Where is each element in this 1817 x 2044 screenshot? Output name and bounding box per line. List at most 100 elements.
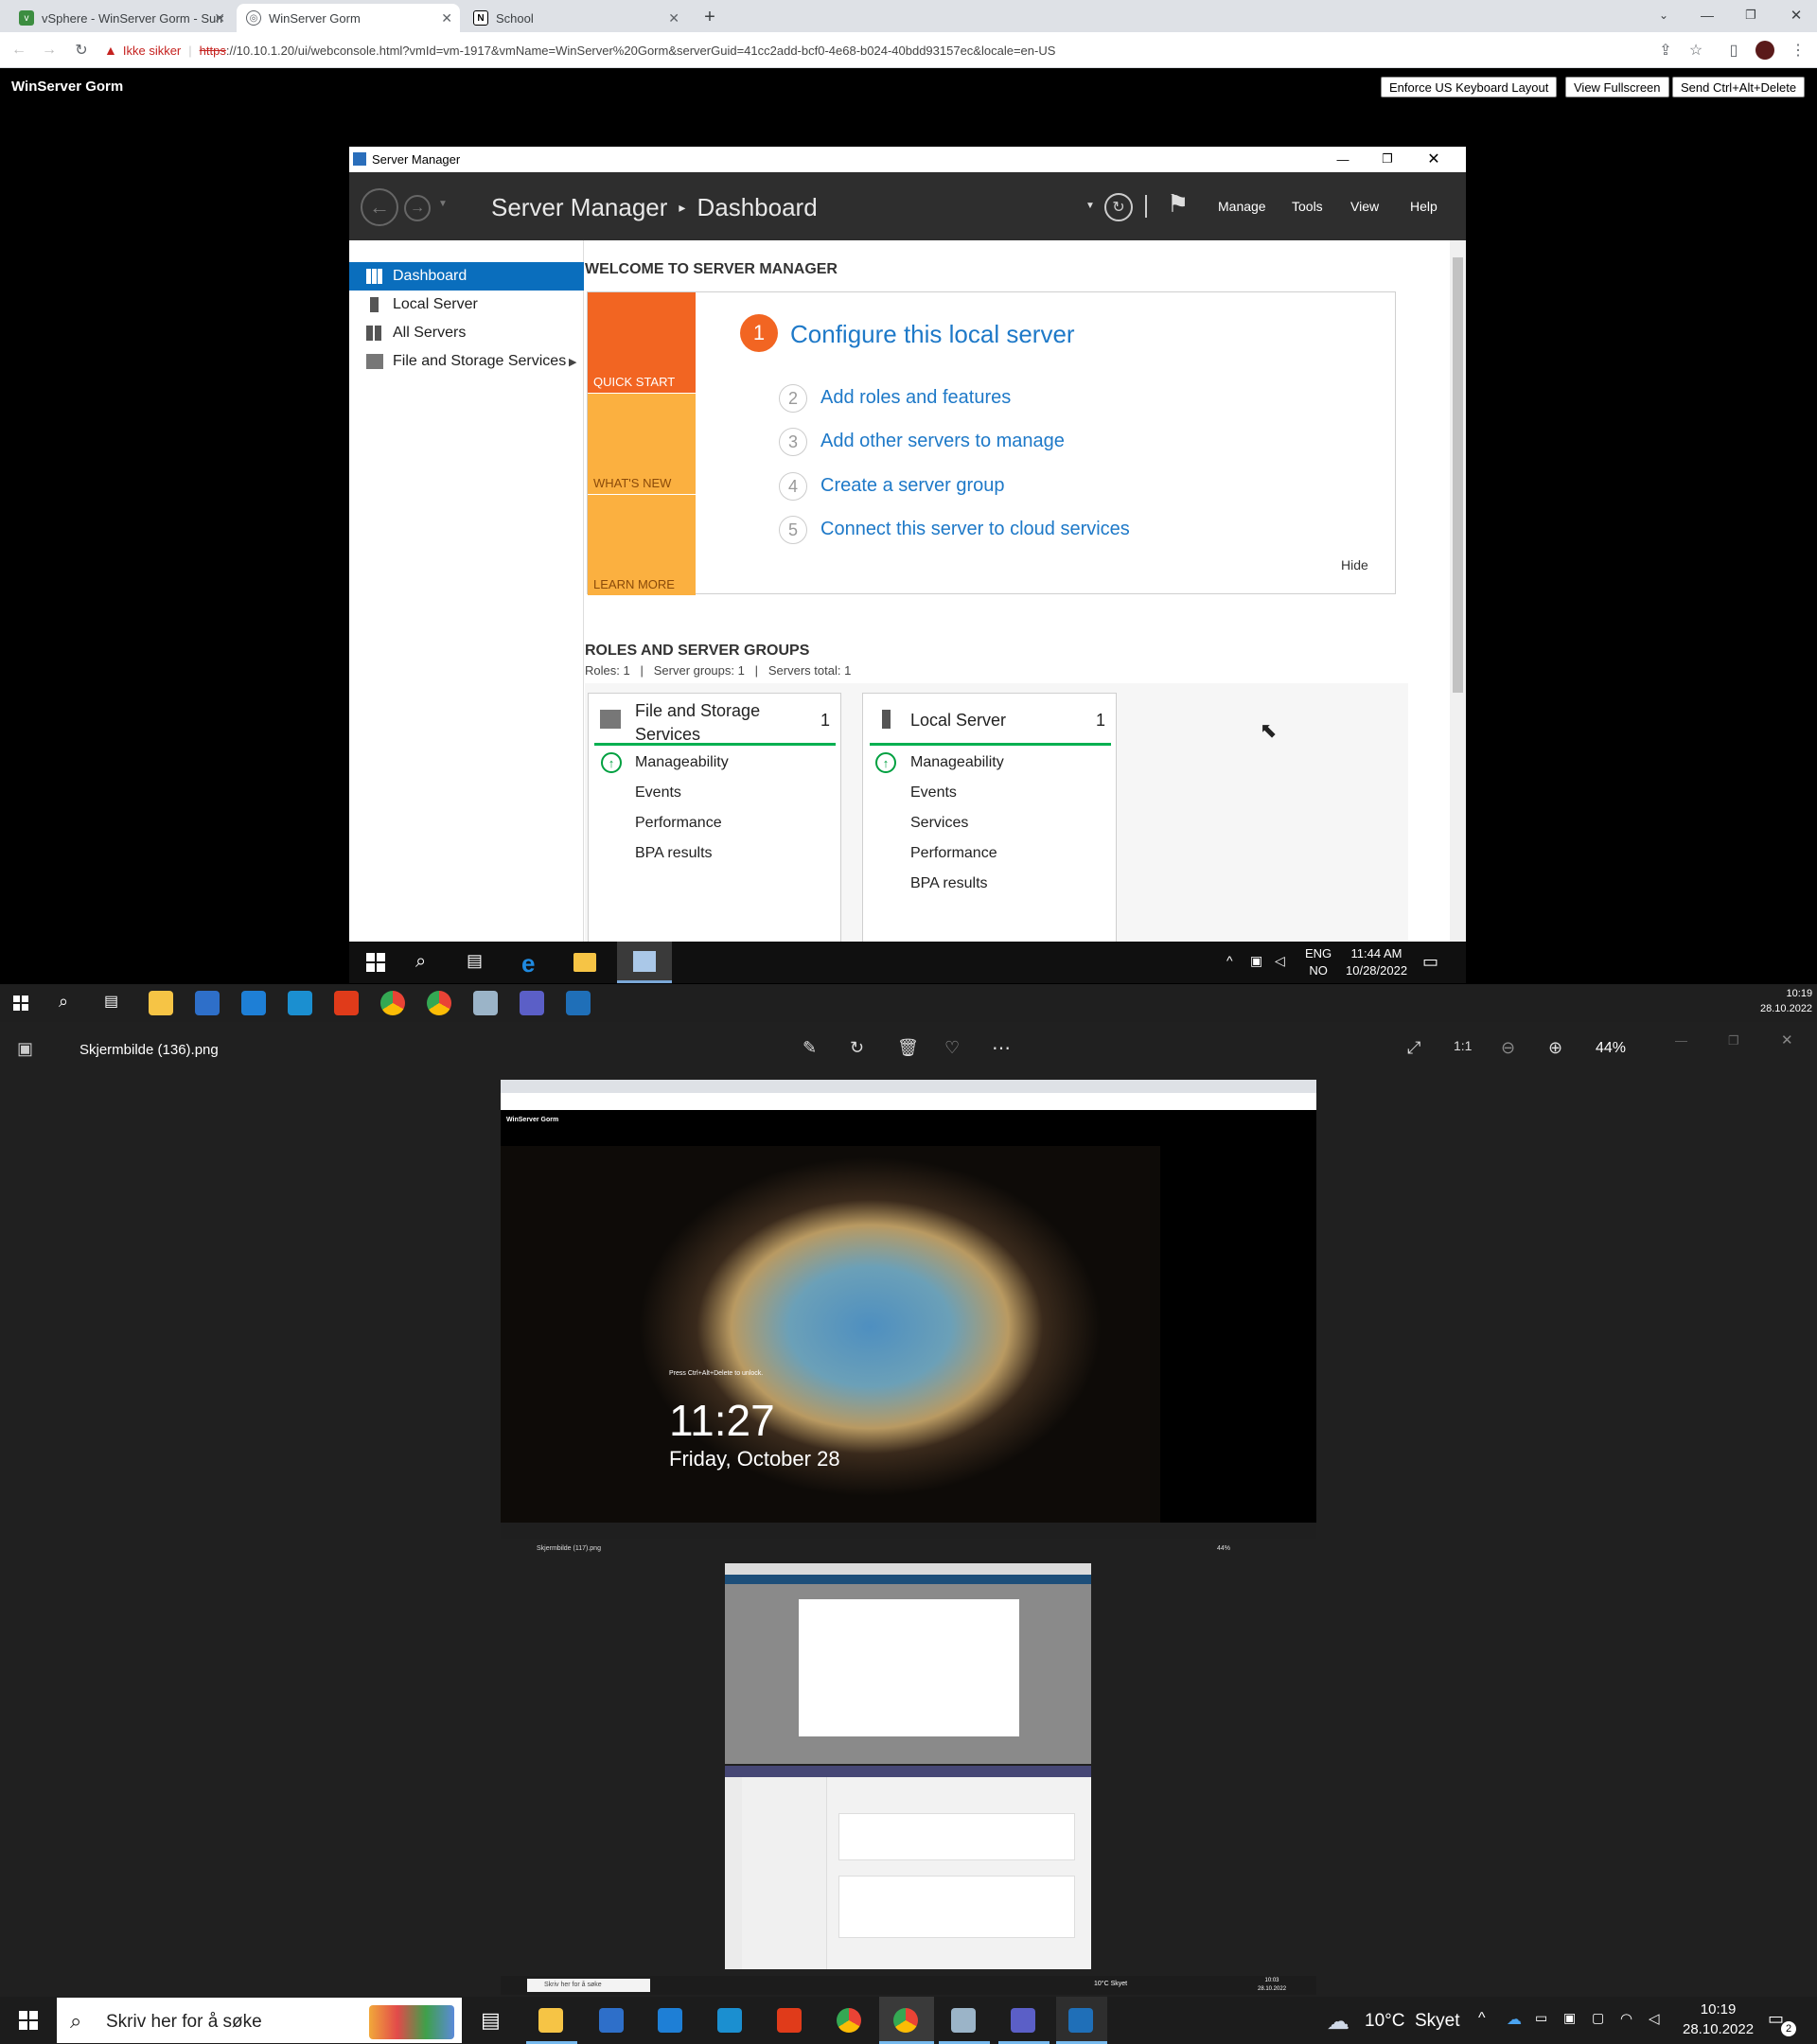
view-fullscreen-button[interactable]: View Fullscreen (1565, 77, 1669, 97)
task-view-icon[interactable]: ▤ (104, 992, 118, 1011)
card-row-manageability[interactable]: Manageability (910, 748, 1004, 778)
rotate-icon[interactable]: ↻ (850, 1038, 864, 1058)
more-menu-icon[interactable]: ⋮ (1787, 39, 1809, 62)
forward-arrow-icon[interactable]: → (38, 39, 61, 62)
tab-search-icon[interactable]: ⌄ (1652, 4, 1675, 26)
tab-winserver-gorm[interactable]: ◎ WinServer Gorm ✕ (237, 4, 460, 32)
taskbar-app[interactable] (939, 1997, 990, 2044)
search-icon[interactable]: ⌕ (415, 951, 426, 973)
configure-local-server-link[interactable]: Configure this local server (790, 320, 1075, 349)
menu-tools[interactable]: Tools (1292, 199, 1323, 214)
taskbar-store[interactable] (587, 1997, 638, 2044)
share-icon[interactable]: ⇪ (1654, 39, 1677, 62)
office-icon[interactable] (334, 991, 359, 1015)
taskbar-chrome[interactable] (824, 1997, 875, 2044)
taskbar-chrome-profile[interactable] (879, 1997, 934, 2044)
taskbar-lync[interactable] (705, 1997, 756, 2044)
reload-icon[interactable]: ↻ (70, 39, 93, 62)
menu-manage[interactable]: Manage (1218, 199, 1266, 214)
volume-muted-icon[interactable]: ◁ (1275, 953, 1285, 969)
learn-more-tile[interactable]: LEARN MORE (588, 495, 696, 595)
scrollbar-thumb[interactable] (1453, 257, 1463, 693)
input-language[interactable]: ENG NO (1305, 945, 1332, 979)
tab-school[interactable]: N School ✕ (464, 4, 687, 32)
weather-text[interactable]: 10°C Skyet (1365, 2011, 1460, 2032)
card-row-bpa[interactable]: BPA results (635, 838, 713, 869)
taskbar-teams[interactable] (998, 1997, 1050, 2044)
add-roles-link[interactable]: Add roles and features (820, 387, 1011, 409)
quick-start-tile[interactable]: QUICK START (588, 292, 696, 393)
back-arrow-icon[interactable]: ← (361, 188, 398, 226)
photos-icon[interactable] (566, 991, 591, 1015)
notifications-flag-icon[interactable]: ⚑ (1167, 189, 1189, 219)
forward-arrow-icon[interactable]: → (404, 195, 431, 221)
menu-view[interactable]: View (1350, 199, 1379, 214)
mail-icon[interactable] (241, 991, 266, 1015)
task-view-icon[interactable]: ▤ (467, 951, 483, 971)
wifi-icon[interactable]: ◠ (1620, 2010, 1632, 2027)
role-card-file-storage[interactable]: File and Storage Services 1 ↑ Manageabil… (588, 693, 841, 942)
lync-icon[interactable] (288, 991, 312, 1015)
history-dropdown-icon[interactable]: ▼ (438, 199, 448, 209)
taskbar-search-box[interactable]: ⌕ Skriv her for å søke (57, 1998, 462, 2043)
close-tab-icon[interactable]: ✕ (668, 10, 679, 26)
close-tab-icon[interactable]: ✕ (441, 10, 452, 26)
tab-vsphere[interactable]: v vSphere - WinServer Gorm - Sum ✕ (9, 4, 233, 32)
volume-icon[interactable]: ◁ (1649, 2010, 1660, 2027)
camera-icon[interactable]: ▣ (1563, 2010, 1576, 2026)
sidebar-item-local-server[interactable]: Local Server (349, 291, 584, 319)
minimize-icon[interactable]: — (1332, 149, 1354, 169)
close-tab-icon[interactable]: ✕ (214, 10, 225, 26)
send-cad-button[interactable]: Send Ctrl+Alt+Delete (1672, 77, 1806, 97)
weather-cloud-icon[interactable]: ☁ (1327, 2008, 1350, 2035)
server-manager-taskbar-button[interactable] (617, 942, 672, 983)
teams-icon[interactable] (520, 991, 544, 1015)
connect-cloud-link[interactable]: Connect this server to cloud services (820, 519, 1130, 540)
display-icon[interactable]: ▢ (1592, 2010, 1604, 2026)
card-row-events[interactable]: Events (635, 778, 681, 808)
sidebar-item-dashboard[interactable]: Dashboard (349, 262, 584, 291)
start-icon[interactable] (19, 2011, 38, 2030)
avatar[interactable] (1755, 41, 1774, 60)
host-clock-top[interactable]: 10:19 28.10.2022 (1760, 986, 1812, 1016)
whats-new-tile[interactable]: WHAT'S NEW (588, 394, 696, 494)
restore-icon[interactable]: ❐ (1376, 149, 1399, 169)
chrome-icon[interactable] (380, 991, 405, 1015)
card-row-manageability[interactable]: Manageability (635, 748, 729, 778)
menu-help[interactable]: Help (1410, 199, 1438, 214)
enforce-keyboard-button[interactable]: Enforce US Keyboard Layout (1381, 77, 1558, 97)
bookmark-star-icon[interactable]: ☆ (1685, 39, 1707, 62)
guest-clock[interactable]: 11:44 AM 10/28/2022 (1346, 945, 1407, 979)
restore-icon[interactable]: ❐ (1739, 4, 1762, 26)
edit-image-icon[interactable]: ✎ (803, 1038, 817, 1058)
file-explorer-icon[interactable] (149, 991, 173, 1015)
onedrive-icon[interactable]: ☁ (1507, 2010, 1522, 2029)
taskbar-mail[interactable] (645, 1997, 697, 2044)
refresh-icon[interactable]: ↻ (1104, 193, 1133, 221)
back-arrow-icon[interactable]: ← (8, 39, 30, 62)
minimize-icon[interactable]: — (1696, 4, 1719, 26)
role-card-local-server[interactable]: Local Server 1 ↑ Manageability Events Se… (862, 693, 1117, 942)
network-icon[interactable]: ▣ (1250, 953, 1262, 969)
search-icon[interactable]: ⌕ (59, 992, 68, 1012)
scrollbar[interactable] (1450, 240, 1466, 942)
start-icon[interactable] (13, 996, 28, 1011)
chrome-profile-icon[interactable] (427, 991, 451, 1015)
taskbar-office[interactable] (765, 1997, 816, 2044)
close-icon[interactable]: ✕ (1781, 1031, 1793, 1048)
create-server-group-link[interactable]: Create a server group (820, 475, 1005, 497)
start-icon[interactable] (366, 953, 385, 972)
file-explorer-icon[interactable] (573, 953, 596, 972)
minimize-icon[interactable]: — (1675, 1033, 1687, 1048)
side-panel-icon[interactable]: ▯ (1722, 39, 1745, 62)
app-icon[interactable] (473, 991, 498, 1015)
sidebar-item-file-storage[interactable]: File and Storage Services ▶ (349, 347, 584, 376)
zoom-out-icon[interactable]: ⊖ (1501, 1038, 1515, 1058)
delete-icon[interactable]: 🗑 (897, 1038, 919, 1058)
zoom-level[interactable]: 44% (1596, 1040, 1626, 1057)
add-servers-link[interactable]: Add other servers to manage (820, 431, 1065, 452)
taskbar-file-explorer[interactable] (526, 1997, 577, 2044)
chevron-right-icon[interactable]: ▶ (569, 356, 576, 368)
restore-icon[interactable]: ❐ (1728, 1033, 1739, 1048)
taskbar-photos[interactable] (1056, 1997, 1107, 2044)
